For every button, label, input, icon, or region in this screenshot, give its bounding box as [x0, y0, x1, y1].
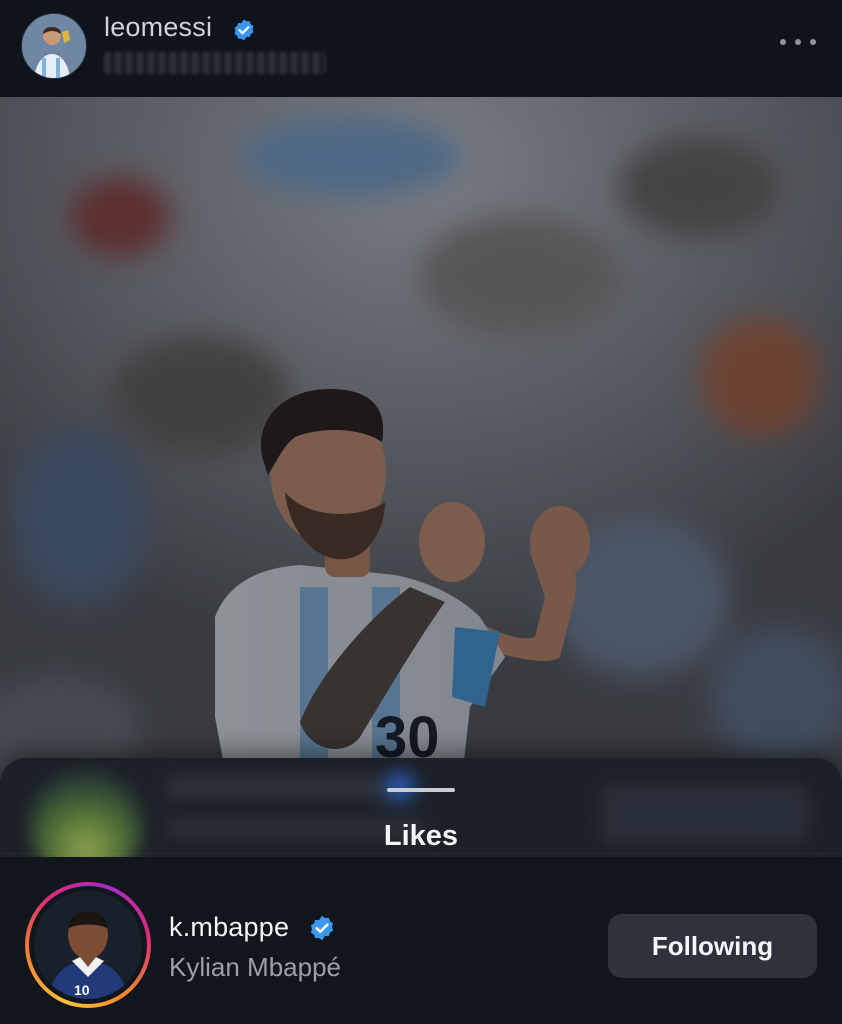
sheet-drag-handle[interactable]	[387, 788, 455, 792]
liker-full-name: Kylian Mbappé	[169, 952, 341, 982]
likes-bottom-sheet: Likes 10 k.mbappe Kylian Mbappé Followin…	[0, 758, 842, 1024]
liker-avatar[interactable]: 10	[34, 891, 142, 999]
post-header: leomessi	[0, 0, 842, 97]
following-button[interactable]: Following	[608, 914, 817, 978]
likes-title: Likes	[383, 820, 459, 852]
more-options-button[interactable]	[780, 30, 816, 54]
liker-row[interactable]: 10 k.mbappe Kylian Mbappé Following	[0, 857, 842, 1024]
liker-username[interactable]: k.mbappe	[169, 912, 289, 943]
liker-avatar-image: 10	[34, 891, 142, 999]
post-photo-image: 30	[0, 97, 842, 797]
more-horizontal-icon	[780, 39, 786, 45]
post-photo[interactable]: 30	[0, 97, 842, 797]
svg-text:10: 10	[74, 982, 90, 998]
verified-badge-icon	[234, 19, 254, 41]
sheet-divider	[0, 853, 842, 854]
author-avatar-image	[22, 14, 86, 78]
blurred-post-location	[104, 52, 326, 74]
instagram-post-screen: leomessi 30 Likes 10 k.mbappe Kylian Mba…	[0, 0, 842, 1024]
verified-badge-icon	[310, 915, 334, 941]
author-avatar[interactable]	[21, 13, 87, 79]
story-ring[interactable]: 10	[25, 882, 151, 1008]
author-username[interactable]: leomessi	[104, 12, 212, 43]
